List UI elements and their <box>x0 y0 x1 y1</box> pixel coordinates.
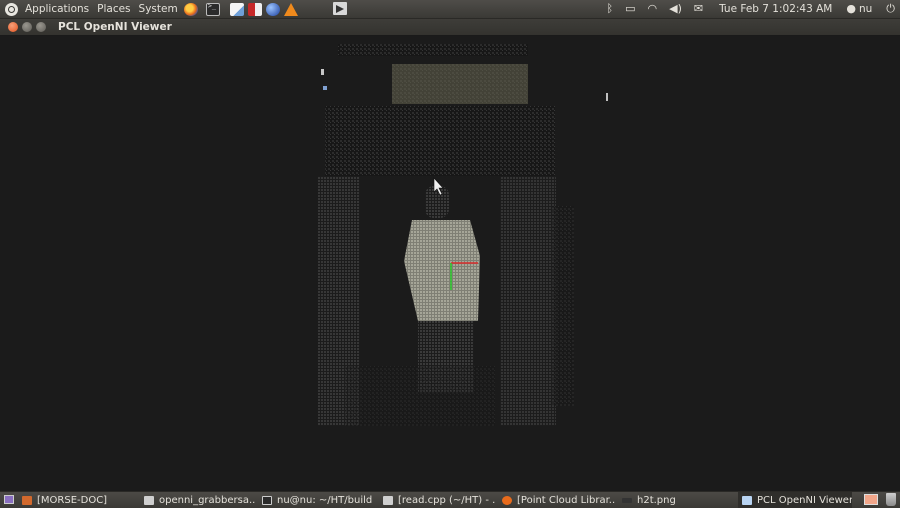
bluetooth-icon[interactable]: ᛒ <box>606 0 613 18</box>
mail-icon[interactable]: ✉ <box>694 0 703 18</box>
media-icon[interactable] <box>333 2 347 15</box>
minimize-icon[interactable] <box>22 22 32 32</box>
task-label: openni_grabbersa... <box>159 494 256 506</box>
firefox-icon[interactable] <box>183 2 198 16</box>
wifi-icon[interactable]: ◠ <box>648 0 658 18</box>
terminal-icon[interactable] <box>205 2 220 16</box>
task-label: [Point Cloud Librar... <box>517 494 616 506</box>
person-shirt-points <box>404 220 480 321</box>
task-label: PCL OpenNI Viewer <box>757 494 852 506</box>
text-editor-icon[interactable] <box>229 2 244 16</box>
menu-system[interactable]: System <box>135 3 182 15</box>
vlc-icon[interactable] <box>283 2 298 16</box>
window-title: PCL OpenNI Viewer <box>58 21 172 33</box>
door-frame-top-points <box>325 106 555 176</box>
top-panel: Applications Places System ᛒ ▭ ◠ ◀) ✉ Tu… <box>0 0 900 19</box>
kde-icon[interactable] <box>247 2 262 16</box>
text-editor-icon <box>144 495 154 505</box>
point-cloud-viewport[interactable] <box>0 36 900 491</box>
taskbar-item-pcl-viewer[interactable]: PCL OpenNI Viewer <box>738 492 852 508</box>
task-label: nu@nu: ~/HT/build <box>277 494 373 506</box>
battery-icon[interactable]: ▭ <box>625 0 635 18</box>
close-icon[interactable] <box>8 22 18 32</box>
task-label: h2t.png <box>637 494 676 506</box>
firefox-icon <box>502 495 512 505</box>
user-icon[interactable]: ● <box>846 0 856 18</box>
text-editor-icon <box>383 495 393 505</box>
task-label: [read.cpp (~/HT) - ... <box>398 494 495 506</box>
terminal-icon <box>262 495 272 505</box>
taskbar-item-h2t-png[interactable]: h2t.png <box>622 492 732 508</box>
system-tray: ᛒ ▭ ◠ ◀) ✉ Tue Feb 7 1:02:43 AM ● nu ⏻ <box>600 0 900 18</box>
menu-applications[interactable]: Applications <box>21 3 93 15</box>
point-cloud-render[interactable] <box>0 36 900 491</box>
taskbar-item-pcl-browser[interactable]: [Point Cloud Librar... <box>502 492 616 508</box>
volume-icon[interactable]: ◀) <box>669 0 682 18</box>
taskbar-item-openni-grabber[interactable]: openni_grabbersa... <box>144 492 256 508</box>
person-head-points <box>425 186 449 218</box>
clock[interactable]: Tue Feb 7 1:02:43 AM <box>719 3 832 15</box>
image-icon <box>622 497 632 503</box>
window-title-bar[interactable]: PCL OpenNI Viewer <box>0 19 900 35</box>
window-icon <box>742 495 752 505</box>
taskbar-item-terminal[interactable]: nu@nu: ~/HT/build <box>262 492 376 508</box>
power-icon[interactable]: ⏻ <box>886 0 895 18</box>
user-name[interactable]: nu <box>859 3 872 15</box>
bottom-panel: [MORSE-DOC] openni_grabbersa... nu@nu: ~… <box>0 491 900 508</box>
menu-places[interactable]: Places <box>93 3 134 15</box>
folder-icon <box>22 495 32 505</box>
ceiling-points <box>338 44 528 56</box>
taskbar-item-morse-doc[interactable]: [MORSE-DOC] <box>22 492 140 508</box>
task-label: [MORSE-DOC] <box>37 494 108 506</box>
ubuntu-logo-icon[interactable] <box>5 2 18 16</box>
show-desktop-icon[interactable] <box>4 495 14 504</box>
maximize-icon[interactable] <box>36 22 46 32</box>
browser-globe-icon[interactable] <box>265 2 280 16</box>
taskbar-item-read-cpp[interactable]: [read.cpp (~/HT) - ... <box>383 492 495 508</box>
right-wall-points <box>500 176 556 426</box>
workspace-switcher-icon[interactable] <box>864 494 878 505</box>
trash-icon[interactable] <box>886 493 896 506</box>
